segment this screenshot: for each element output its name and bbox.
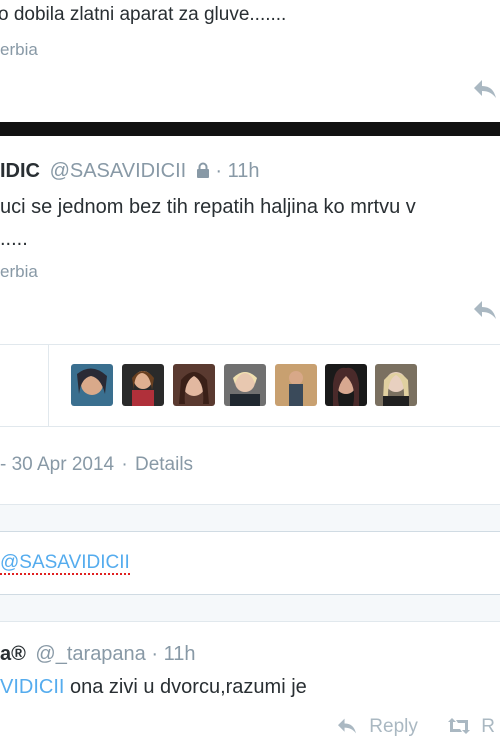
section-divider bbox=[0, 122, 500, 136]
lock-icon bbox=[196, 162, 210, 185]
tweet-2-author-handle[interactable]: @SASAVIDICII bbox=[50, 160, 187, 182]
avatar[interactable] bbox=[122, 364, 164, 406]
favorites-top-border bbox=[0, 344, 500, 345]
reply-mention-link[interactable]: VIDICII bbox=[0, 676, 64, 698]
reply-icon[interactable] bbox=[472, 299, 498, 328]
tweet-2-time[interactable]: 11h bbox=[228, 160, 260, 182]
avatar[interactable] bbox=[224, 364, 266, 406]
avatar[interactable] bbox=[275, 364, 317, 406]
retweet-icon bbox=[446, 717, 472, 741]
favorites-bottom-border bbox=[0, 426, 500, 427]
tweet-2-text-line2: ..... bbox=[0, 228, 28, 250]
tweet-2-header: IDIC @SASAVIDICII · 11h bbox=[0, 160, 259, 185]
retweet-action-label: R bbox=[481, 716, 496, 737]
tweet-date: - 30 Apr 2014 bbox=[0, 454, 115, 475]
reply-author-name[interactable]: a® bbox=[0, 643, 26, 665]
tweet-1-location[interactable]: erbia bbox=[0, 40, 38, 60]
tweet-1-text: o dobila zlatni aparat za gluve....... bbox=[0, 4, 287, 25]
tweet-meta: - 30 Apr 2014 · Details bbox=[0, 454, 193, 476]
reply-icon bbox=[336, 717, 358, 741]
tweet-2-location[interactable]: erbia bbox=[0, 262, 38, 282]
reply-icon[interactable] bbox=[472, 78, 498, 107]
dot-separator: · bbox=[151, 643, 159, 665]
reply-mention-text: @SASAVIDICII bbox=[0, 552, 130, 575]
avatar[interactable] bbox=[173, 364, 215, 406]
details-link[interactable]: Details bbox=[135, 454, 193, 475]
reply-action[interactable]: Reply bbox=[336, 716, 418, 741]
reply-author-handle[interactable]: @_tarapana bbox=[35, 643, 145, 665]
reply-body-text: ona zivi u dvorcu,razumi je bbox=[64, 676, 307, 698]
avatar[interactable] bbox=[375, 364, 417, 406]
reply-input-mention[interactable]: @SASAVIDICII bbox=[0, 552, 130, 575]
reply-tweet-header: a® @_tarapana · 11h bbox=[0, 643, 196, 666]
reply-time[interactable]: 11h bbox=[164, 643, 196, 665]
retweet-action[interactable]: R bbox=[446, 716, 495, 741]
avatar[interactable] bbox=[325, 364, 367, 406]
avatar[interactable] bbox=[71, 364, 113, 406]
tweet-2-author-name[interactable]: IDIC bbox=[0, 160, 40, 182]
favorites-divider bbox=[48, 344, 49, 426]
tweet-2-text-line1: uci se jednom bez tih repatih haljina ko… bbox=[0, 196, 416, 218]
reply-action-label: Reply bbox=[369, 716, 418, 737]
reply-text: VIDICII ona zivi u dvorcu,razumi je bbox=[0, 676, 307, 699]
dot-separator: · bbox=[215, 160, 222, 182]
dot-separator: · bbox=[121, 454, 128, 475]
